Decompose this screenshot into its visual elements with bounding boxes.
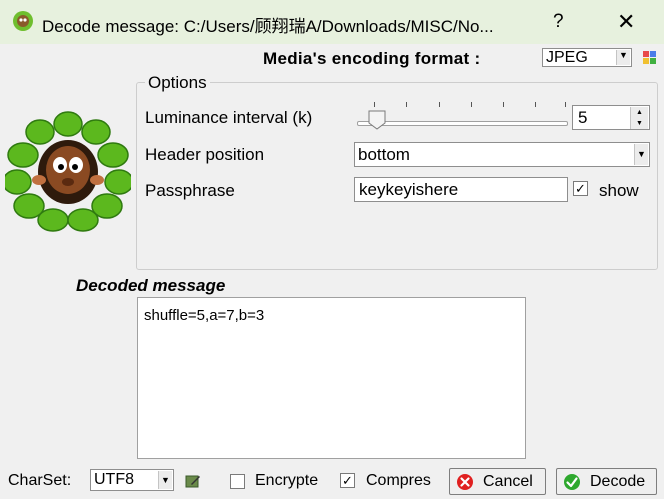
cancel-label: Cancel: [483, 473, 533, 490]
compressed-checkbox[interactable]: ✓: [340, 473, 355, 488]
slider-tick: [406, 102, 407, 107]
title-bar: Decode message: C:/Users/顾翔瑞A/Downloads/…: [0, 0, 664, 44]
close-button[interactable]: ✕: [617, 9, 635, 35]
options-legend: Options: [145, 73, 210, 93]
slider-tick: [565, 102, 566, 107]
charset-label: CharSet:: [8, 472, 72, 489]
luminance-slider-thumb[interactable]: [368, 110, 386, 130]
help-button[interactable]: ?: [553, 11, 564, 33]
chevron-down-icon: ▼: [616, 50, 630, 65]
luminance-value: 5: [578, 108, 588, 127]
luminance-spinner[interactable]: 5 ▲ ▼: [572, 105, 650, 130]
check-icon: [564, 474, 580, 490]
show-label: show: [599, 181, 639, 200]
decode-button[interactable]: Decode: [556, 468, 657, 495]
charset-value: UTF8: [94, 471, 134, 488]
slider-tick: [535, 102, 536, 107]
cancel-button[interactable]: Cancel: [449, 468, 546, 495]
luminance-slider-track[interactable]: [357, 121, 568, 126]
encrypted-checkbox[interactable]: [230, 474, 245, 489]
decoded-message-label: Decoded message: [76, 276, 226, 295]
passphrase-value: keykeyishere: [359, 180, 459, 199]
bottom-bar: CharSet: UTF8 ▼ Encrypte ✓ Compres Cance…: [0, 463, 664, 499]
header-position-select[interactable]: bottom ▼: [354, 142, 650, 167]
luminance-label: Luminance interval (k): [145, 108, 313, 127]
decode-label: Decode: [590, 473, 646, 490]
passphrase-label: Passphrase: [145, 181, 235, 200]
format-value: JPEG: [546, 49, 588, 66]
edit-icon[interactable]: [185, 473, 201, 489]
decoded-message-text[interactable]: shuffle=5,a=7,b=3: [137, 297, 526, 459]
charset-select[interactable]: UTF8 ▼: [90, 469, 174, 491]
compressed-label: Compres: [366, 472, 431, 489]
window-title: Decode message: C:/Users/顾翔瑞A/Downloads/…: [42, 17, 494, 36]
chevron-down-icon: ▼: [158, 471, 172, 489]
slider-tick: [503, 102, 504, 107]
chevron-down-icon: ▼: [634, 144, 648, 165]
show-checkbox[interactable]: ✓: [573, 181, 588, 196]
header-position-value: bottom: [358, 145, 410, 164]
slider-tick: [374, 102, 375, 107]
format-select[interactable]: JPEG ▼: [542, 48, 632, 67]
encrypted-label: Encrypte: [255, 472, 319, 489]
cancel-icon: [457, 474, 473, 490]
slider-tick: [439, 102, 440, 107]
mascot-image: [5, 111, 131, 232]
slider-tick: [471, 102, 472, 107]
palette-icon[interactable]: [642, 50, 657, 65]
app-icon: [13, 11, 33, 31]
spin-down-icon[interactable]: ▼: [630, 118, 648, 129]
header-position-label: Header position: [145, 145, 265, 164]
passphrase-input[interactable]: keykeyishere: [354, 177, 568, 202]
format-label: Media's encoding format :: [263, 49, 481, 68]
